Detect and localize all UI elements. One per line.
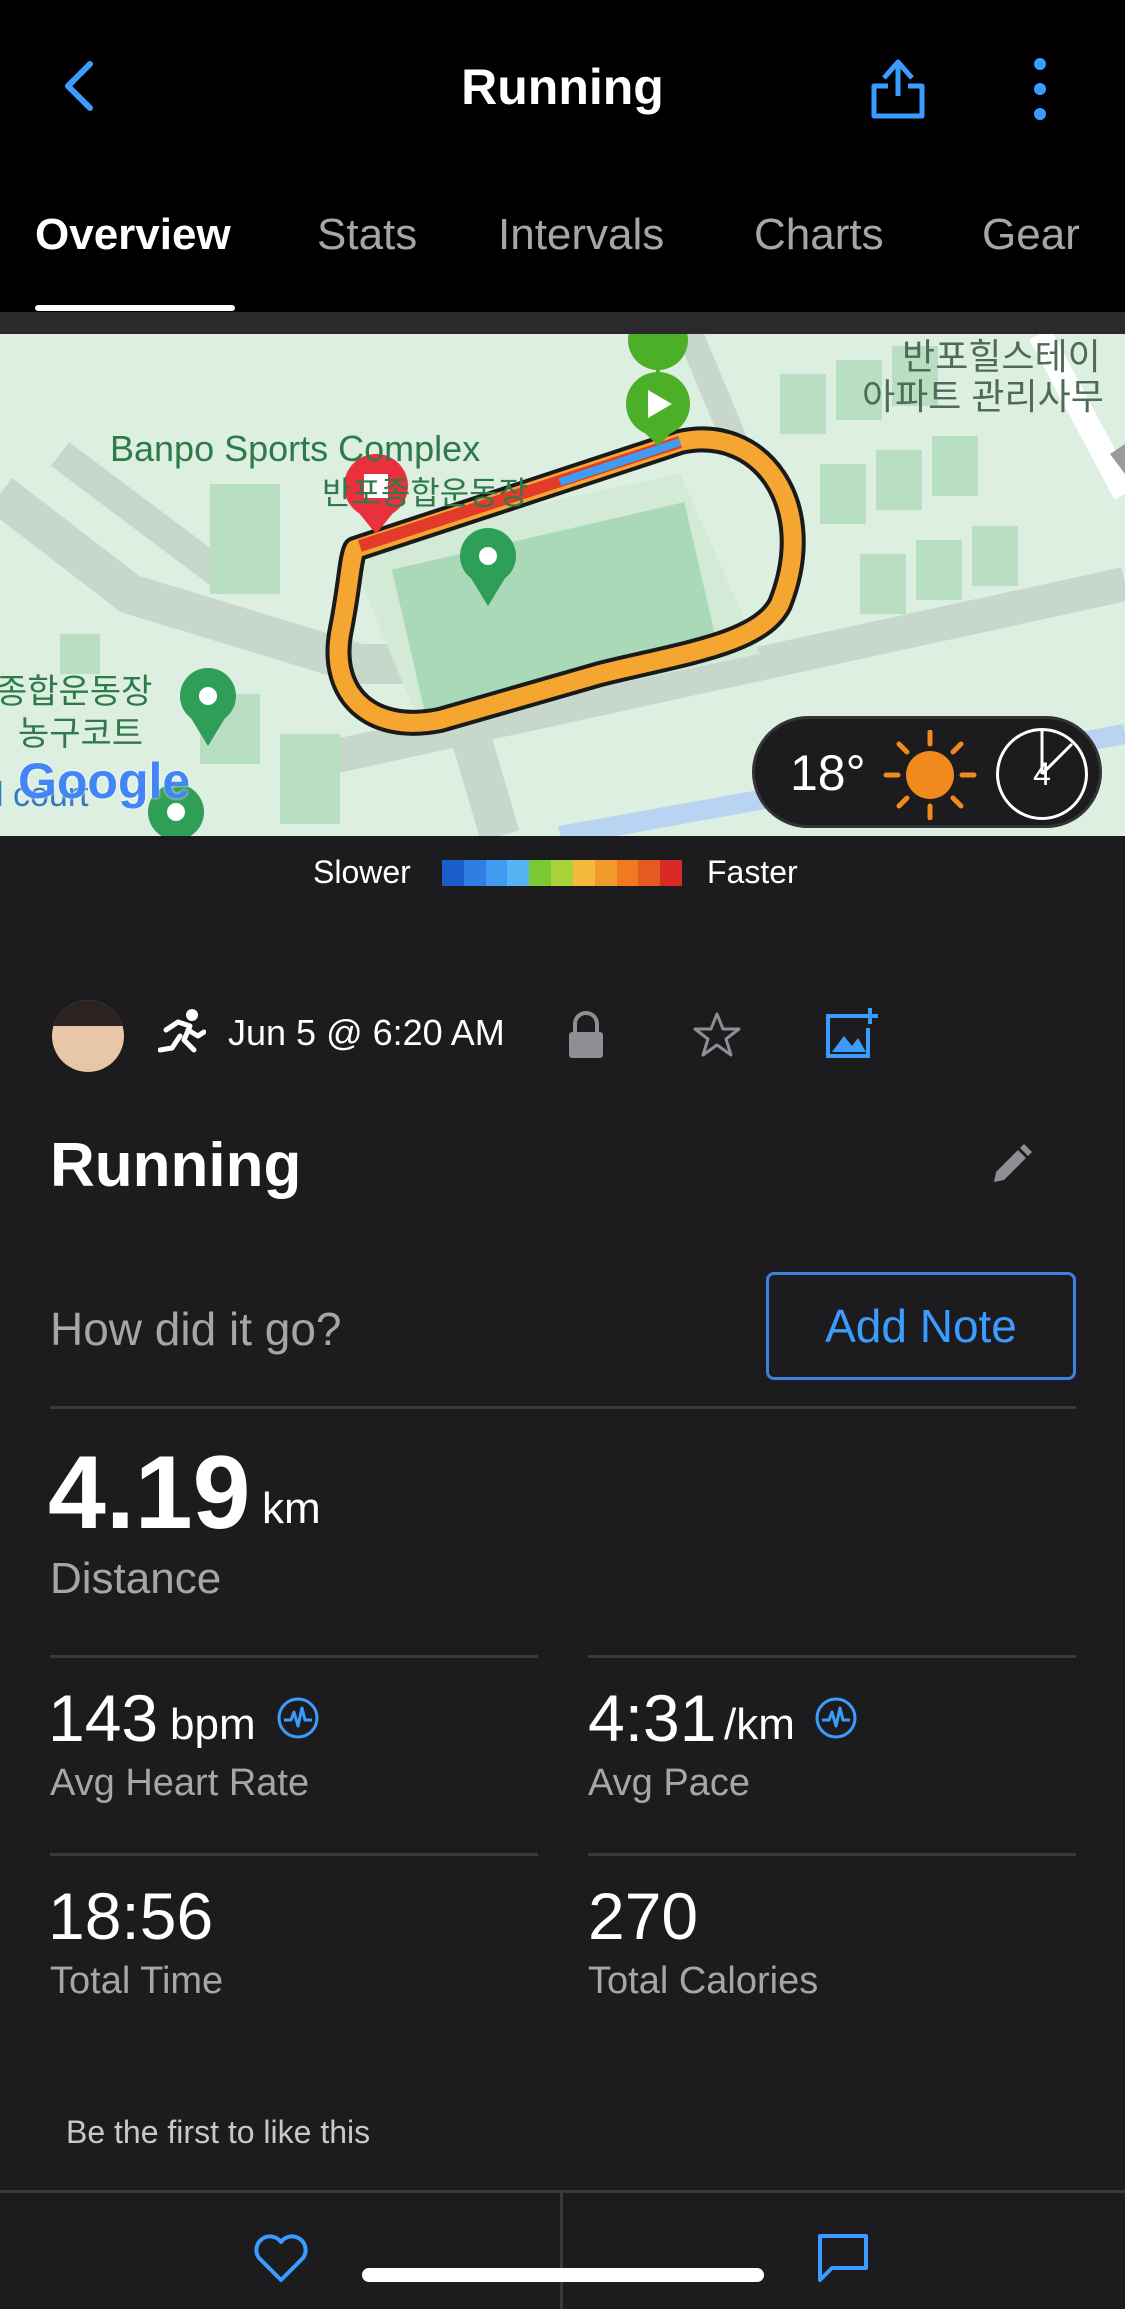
lock-icon[interactable] xyxy=(566,1010,606,1060)
pace-legend: Slower Faster xyxy=(0,836,1125,906)
top-bar: Running xyxy=(0,0,1125,180)
heart-rate-chart-icon[interactable] xyxy=(276,1696,320,1740)
total-calories-label: Total Calories xyxy=(588,1960,819,2002)
tab-bar: Overview Stats Intervals Charts Gear xyxy=(0,180,1125,312)
total-calories-value: 270 xyxy=(588,1879,699,1953)
share-icon[interactable] xyxy=(868,54,928,120)
heart-rate-label: Avg Heart Rate xyxy=(50,1762,310,1804)
home-indicator xyxy=(362,2268,764,2282)
tab-overview[interactable]: Overview xyxy=(35,210,231,260)
tab-gear[interactable]: Gear xyxy=(982,210,1080,260)
temperature: 18° xyxy=(790,745,866,801)
tabs-divider xyxy=(0,312,1125,334)
edit-icon[interactable] xyxy=(990,1144,1032,1186)
google-logo: Google xyxy=(18,753,191,809)
legend-slower: Slower xyxy=(313,854,411,890)
activity-title: Running xyxy=(50,1131,302,1200)
bottom-bar-separator xyxy=(560,2190,563,2309)
pace-label: Avg Pace xyxy=(588,1762,750,1804)
legend-faster: Faster xyxy=(707,854,798,890)
add-photo-icon[interactable] xyxy=(824,1006,880,1060)
wind-speed: 4 xyxy=(1033,756,1051,792)
tab-charts[interactable]: Charts xyxy=(754,210,884,260)
distance-label: Distance xyxy=(50,1554,222,1603)
comment-icon[interactable] xyxy=(816,2232,870,2284)
divider xyxy=(588,1853,1076,1856)
running-icon xyxy=(158,1009,206,1053)
map-label-complex: Banpo Sports Complex xyxy=(110,428,481,469)
total-time-value: 18:56 xyxy=(48,1879,214,1953)
map-label-apt-office: 아파트 관리사무 xyxy=(862,376,1104,417)
divider xyxy=(50,1655,538,1658)
tab-intervals[interactable]: Intervals xyxy=(498,210,664,260)
distance-value: 4.19 xyxy=(48,1435,251,1551)
activity-date: Jun 5 @ 6:20 AM xyxy=(228,1012,505,1053)
sun-icon xyxy=(883,730,977,820)
total-time-label: Total Time xyxy=(50,1960,224,2002)
active-tab-indicator xyxy=(35,305,235,311)
divider xyxy=(588,1655,1076,1658)
pace-value: 4:31 xyxy=(588,1681,717,1755)
note-prompt: How did it go? xyxy=(50,1303,342,1355)
distance-unit: km xyxy=(262,1484,321,1533)
star-icon[interactable] xyxy=(692,1010,742,1060)
heart-rate-unit: bpm xyxy=(170,1700,256,1749)
heart-rate-value: 143 xyxy=(48,1681,159,1755)
pace-chart-icon[interactable] xyxy=(814,1696,858,1740)
pace-unit: /km xyxy=(724,1700,795,1749)
map-label-complex-kr: 반포종합운동장 xyxy=(322,475,529,511)
legend-color-bar xyxy=(442,860,682,886)
map-label-basketball: 농구코트 xyxy=(18,715,144,753)
more-options-icon[interactable] xyxy=(1025,56,1055,122)
tab-stats[interactable]: Stats xyxy=(317,210,417,260)
like-heart-icon[interactable] xyxy=(252,2232,310,2284)
likes-text: Be the first to like this xyxy=(66,2114,371,2150)
avatar[interactable] xyxy=(52,1000,124,1072)
divider xyxy=(50,1406,1076,1409)
divider xyxy=(50,1853,538,1856)
page-title: Running xyxy=(461,59,664,115)
add-note-button[interactable]: Add Note xyxy=(766,1272,1076,1380)
